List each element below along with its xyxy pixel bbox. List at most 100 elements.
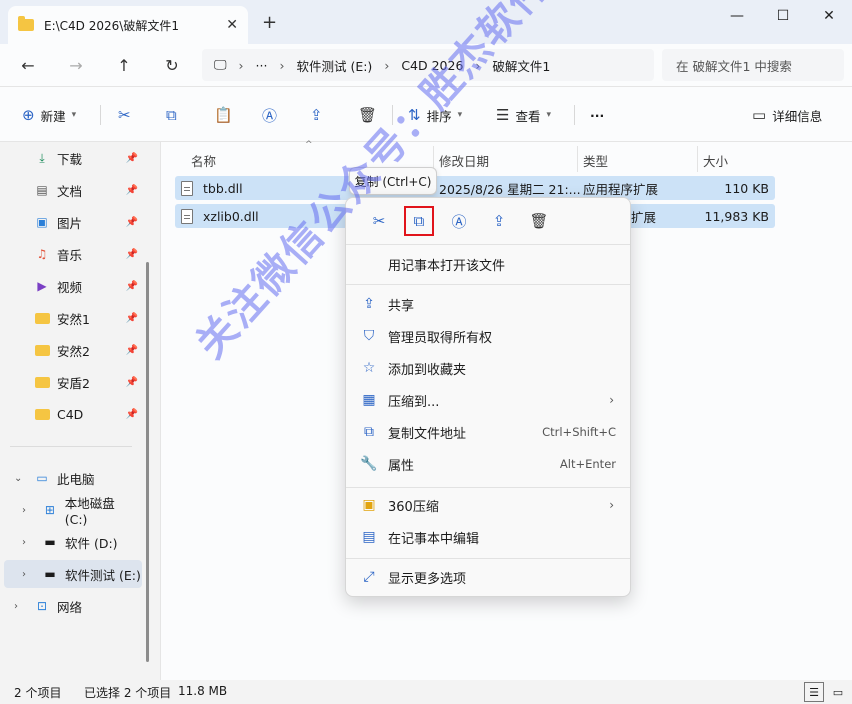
details-pane-button[interactable]: ▭ 详细信息: [752, 101, 822, 129]
menu-label: 添加到收藏夹: [388, 362, 467, 378]
windows-drive-icon: ⊞: [44, 503, 55, 517]
nav-item-network[interactable]: › ⊡ 网络: [0, 592, 140, 620]
maximize-button[interactable]: ☐: [760, 0, 806, 32]
breadcrumb-drive[interactable]: 软件测试 (E:): [296, 56, 372, 75]
tiles-view-icon: ▭: [832, 685, 844, 699]
nav-label: 音乐: [57, 247, 83, 263]
pin-icon: 📌: [125, 184, 138, 196]
breadcrumb-current[interactable]: 破解文件1: [492, 56, 550, 75]
address-bar[interactable]: 🖵 › ··· › 软件测试 (E:) › C4D 2026 › 破解文件1: [202, 49, 654, 81]
nav-item-pictures[interactable]: ▣ 图片 📌: [0, 208, 140, 236]
menu-shortcut: Alt+Enter: [559, 457, 616, 471]
nav-label: 软件测试 (E:): [65, 567, 141, 583]
search-input[interactable]: 在 破解文件1 中搜索: [662, 49, 844, 81]
pin-icon: 📌: [125, 248, 138, 260]
cut-action[interactable]: ✂: [364, 206, 394, 236]
title-bar: E:\C4D 2026\破解文件1 ✕ + — ☐ ✕: [0, 0, 852, 44]
menu-item-edit-notepad[interactable]: ▤ 在记事本中编辑: [346, 522, 630, 552]
nav-item-documents[interactable]: ▤ 文档 📌: [0, 176, 140, 204]
delete-button[interactable]: 🗑: [358, 101, 383, 129]
toolbar-divider: [100, 105, 101, 125]
nav-label: 此电脑: [57, 471, 95, 487]
copy-button[interactable]: ⧉: [166, 101, 183, 129]
rename-action[interactable]: Ⓐ: [444, 206, 474, 236]
pin-icon: 📌: [125, 408, 138, 420]
folder-icon: [18, 16, 34, 31]
menu-item-compress-to[interactable]: ▦ 压缩到... ›: [346, 385, 630, 415]
details-view-button[interactable]: ☰: [804, 682, 824, 702]
menu-item-add-favorites[interactable]: ☆ 添加到收藏夹: [346, 353, 630, 383]
chevron-right-icon: ›: [22, 504, 26, 516]
menu-item-more-options[interactable]: ⤢ 显示更多选项: [346, 562, 630, 592]
minimize-button[interactable]: —: [714, 0, 760, 32]
nav-item-this-pc[interactable]: ⌄ ▭ 此电脑: [0, 464, 140, 492]
file-type: 扩展: [631, 209, 657, 225]
rename-button[interactable]: Ⓐ: [262, 101, 283, 129]
nav-item-downloads[interactable]: ⤓ 下载 📌: [0, 144, 140, 172]
column-header-size[interactable]: 大小: [703, 148, 728, 172]
breadcrumb-c4d[interactable]: C4D 2026: [401, 58, 463, 73]
rename-icon: Ⓐ: [262, 106, 278, 125]
tiles-view-button[interactable]: ▭: [828, 682, 848, 702]
nav-item-folder-andun2[interactable]: 安盾2 📌: [0, 368, 140, 396]
share-icon: ⇪: [363, 296, 375, 312]
nav-label: 安然1: [57, 311, 90, 327]
tab-close-button[interactable]: ✕: [226, 17, 238, 33]
breadcrumb-separator: ›: [384, 57, 390, 73]
refresh-button[interactable]: ↻: [158, 52, 186, 78]
delete-action[interactable]: 🗑: [524, 206, 554, 236]
menu-item-take-ownership[interactable]: ⛉ 管理员取得所有权: [346, 321, 630, 351]
chevron-down-icon: ▾: [546, 110, 551, 120]
view-list-icon: ☰: [496, 106, 510, 124]
new-tab-button[interactable]: +: [262, 12, 277, 33]
sort-ascending-icon: ^: [305, 140, 313, 150]
file-name-cell: xzlib0.dll: [181, 204, 259, 228]
nav-label: 安盾2: [57, 375, 90, 391]
nav-item-videos[interactable]: ▶ 视频 📌: [0, 272, 140, 300]
menu-item-share[interactable]: ⇪ 共享: [346, 289, 630, 319]
nav-item-drive-c[interactable]: › ⊞ 本地磁盘 (C:): [0, 496, 140, 527]
breadcrumb-separator: ›: [238, 57, 244, 73]
pin-icon: 📌: [125, 312, 138, 324]
shield-icon: ⛉: [363, 328, 375, 344]
breadcrumb-more[interactable]: ···: [256, 58, 268, 73]
menu-item-properties[interactable]: 🔧 属性 Alt+Enter: [346, 449, 630, 479]
column-header-type[interactable]: 类型: [583, 148, 608, 172]
nav-item-drive-d[interactable]: › ▬ 软件 (D:): [0, 528, 140, 556]
back-button[interactable]: ←: [14, 52, 42, 78]
view-label: 查看: [515, 108, 541, 124]
new-button[interactable]: ⊕ 新建 ▾: [22, 101, 76, 129]
nav-item-drive-e[interactable]: › ▬ 软件测试 (E:): [4, 560, 142, 588]
breadcrumb-separator: ›: [279, 57, 285, 73]
menu-label: 用记事本打开该文件: [388, 258, 506, 274]
nav-item-folder-c4d[interactable]: C4D 📌: [0, 400, 140, 428]
paste-button[interactable]: 📋: [214, 101, 239, 129]
close-window-button[interactable]: ✕: [806, 0, 852, 32]
up-button[interactable]: ↑: [110, 52, 138, 78]
drive-icon: ▬: [44, 567, 56, 581]
nav-scrollbar[interactable]: [146, 262, 149, 662]
status-item-count: 2 个项目: [14, 686, 62, 700]
column-header-name[interactable]: 名称: [191, 148, 216, 172]
menu-item-360-compress[interactable]: ▣ 360压缩 ›: [346, 490, 630, 520]
nav-item-folder-anran1[interactable]: 安然1 📌: [0, 304, 140, 332]
column-header-modified[interactable]: 修改日期: [439, 148, 489, 172]
menu-item-open-notepad[interactable]: 用记事本打开该文件: [346, 249, 630, 279]
menu-label: 在记事本中编辑: [388, 531, 480, 547]
sort-button[interactable]: ⇅ 排序 ▾: [408, 101, 462, 129]
pin-icon: 📌: [125, 216, 138, 228]
forward-button[interactable]: →: [62, 52, 90, 78]
copy-action[interactable]: ⧉: [404, 206, 434, 236]
copy-icon: ⧉: [413, 212, 425, 230]
menu-divider: [346, 284, 630, 285]
view-button[interactable]: ☰ 查看 ▾: [496, 101, 551, 129]
more-options-button[interactable]: ···: [590, 101, 604, 129]
nav-label: 网络: [57, 599, 83, 615]
share-action[interactable]: ⇪: [484, 206, 514, 236]
menu-item-copy-path[interactable]: ⧉ 复制文件地址 Ctrl+Shift+C: [346, 417, 630, 447]
nav-item-music[interactable]: ♫ 音乐 📌: [0, 240, 140, 268]
tab-current-folder[interactable]: E:\C4D 2026\破解文件1 ✕: [8, 6, 248, 44]
cut-button[interactable]: ✂: [118, 101, 137, 129]
share-button[interactable]: ⇪: [310, 101, 329, 129]
nav-item-folder-anran2[interactable]: 安然2 📌: [0, 336, 140, 364]
